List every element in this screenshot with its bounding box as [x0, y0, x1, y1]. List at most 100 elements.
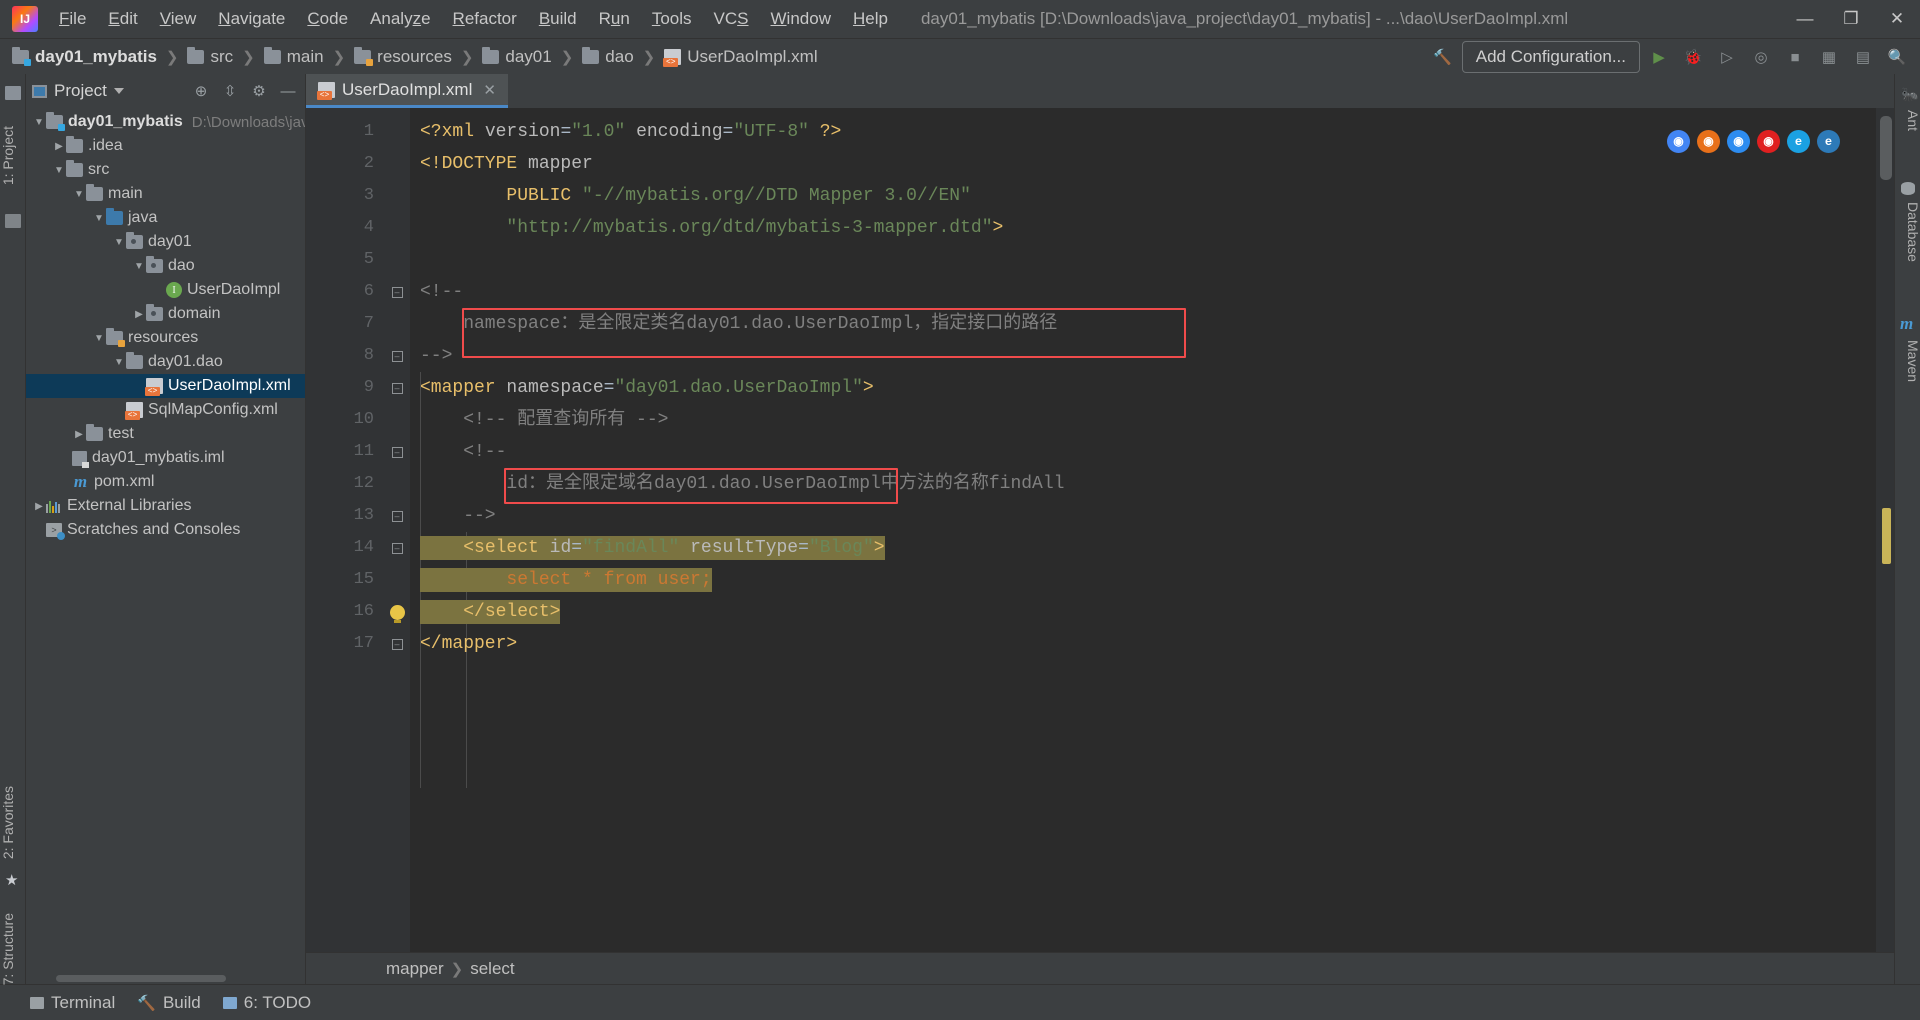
- close-icon[interactable]: ✕: [483, 81, 496, 99]
- fold-marker-mapper[interactable]: –: [384, 372, 410, 404]
- code-text[interactable]: <?xml version="1.0" encoding="UTF-8" ?> …: [410, 108, 1876, 952]
- fold-marker-comment2[interactable]: –: [384, 436, 410, 468]
- code-line-4[interactable]: "http://mybatis.org/dtd/mybatis-3-mapper…: [410, 212, 1876, 244]
- tree-item-main[interactable]: ▼ main: [26, 182, 305, 206]
- breadcrumb-item-main[interactable]: main: [260, 45, 328, 69]
- tree-item-java[interactable]: ▼ java: [26, 206, 305, 230]
- tree-item-test[interactable]: ▶ test: [26, 422, 305, 446]
- menu-run[interactable]: Run: [588, 3, 641, 35]
- menu-file[interactable]: File: [48, 3, 97, 35]
- tool-window-maven[interactable]: Maven: [1895, 340, 1920, 382]
- breadcrumb-item-file[interactable]: UserDaoImpl.xml: [660, 45, 821, 69]
- menu-navigate[interactable]: Navigate: [207, 3, 296, 35]
- chrome-icon[interactable]: ◉: [1667, 130, 1690, 153]
- chevron-down-icon[interactable]: ▼: [112, 357, 126, 368]
- editor-breadcrumb-mapper[interactable]: mapper: [386, 959, 444, 979]
- safari-icon[interactable]: ◉: [1727, 130, 1750, 153]
- code-line-10[interactable]: <!-- 配置查询所有 -->: [410, 404, 1876, 436]
- code-line-9[interactable]: <mapper namespace="day01.dao.UserDaoImpl…: [410, 372, 1876, 404]
- chevron-down-icon[interactable]: ▼: [92, 333, 106, 344]
- tab-UserDaoImpl.xml[interactable]: UserDaoImpl.xml ✕: [306, 74, 508, 108]
- debug-button[interactable]: 🐞: [1678, 43, 1708, 71]
- breadcrumb[interactable]: day01_mybatis ❯ src ❯ main ❯ resources ❯…: [0, 45, 822, 69]
- chevron-down-icon[interactable]: ▼: [32, 117, 46, 128]
- sidebar-item-favorites-tab[interactable]: 2: Favorites: [0, 786, 26, 859]
- ie-icon[interactable]: e: [1787, 130, 1810, 153]
- search-icon[interactable]: 🔍: [1882, 43, 1912, 71]
- code-line-11[interactable]: <!--: [410, 436, 1876, 468]
- code-line-3[interactable]: PUBLIC "-//mybatis.org//DTD Mapper 3.0//…: [410, 180, 1876, 212]
- fold-gutter[interactable]: – – – – – – –: [384, 108, 410, 952]
- menu-window[interactable]: Window: [760, 3, 842, 35]
- menu-build[interactable]: Build: [528, 3, 588, 35]
- menu-tools[interactable]: Tools: [641, 3, 703, 35]
- tree-item-dao[interactable]: ▼ dao: [26, 254, 305, 278]
- code-line-5[interactable]: [410, 244, 1876, 276]
- tree-item-SqlMapConfig.xml[interactable]: SqlMapConfig.xml: [26, 398, 305, 422]
- tree-item-UserDaoImpl.xml[interactable]: UserDaoImpl.xml: [26, 374, 305, 398]
- tool-window-terminal[interactable]: Terminal: [30, 993, 115, 1013]
- tool-window-database[interactable]: Database: [1895, 202, 1920, 262]
- tree-item-iml[interactable]: day01_mybatis.iml: [26, 446, 305, 470]
- tree-item-day01[interactable]: ▼ day01: [26, 230, 305, 254]
- tree-item-day01.dao[interactable]: ▼ day01.dao: [26, 350, 305, 374]
- code-line-1[interactable]: <?xml version="1.0" encoding="UTF-8" ?>: [410, 116, 1876, 148]
- menu-edit[interactable]: Edit: [97, 3, 148, 35]
- chevron-down-icon[interactable]: ▼: [92, 213, 106, 224]
- tree-item-day01_mybatis[interactable]: ▼ day01_mybatis D:\Downloads\jav: [26, 110, 305, 134]
- chevron-down-icon[interactable]: ▼: [132, 261, 146, 272]
- profile-button[interactable]: ◎: [1746, 43, 1776, 71]
- settings-icon[interactable]: ▤: [1848, 43, 1878, 71]
- code-line-8[interactable]: -->: [410, 340, 1876, 372]
- edge-icon[interactable]: e: [1817, 130, 1840, 153]
- main-menu-bar[interactable]: File Edit View Navigate Code Analyze Ref…: [48, 3, 899, 35]
- window-controls[interactable]: — ❐ ✕: [1782, 0, 1920, 38]
- tree-item-UserDaoImpl[interactable]: I UserDaoImpl: [26, 278, 305, 302]
- tool-window-ant[interactable]: Ant: [1895, 110, 1920, 131]
- fold-marker-select[interactable]: –: [384, 532, 410, 564]
- breadcrumb-item-src[interactable]: src: [183, 45, 237, 69]
- locate-icon[interactable]: ⊕: [190, 80, 212, 102]
- tree-item-pom.xml[interactable]: m pom.xml: [26, 470, 305, 494]
- code-line-15[interactable]: select * from user;: [410, 564, 1876, 596]
- menu-view[interactable]: View: [149, 3, 208, 35]
- breadcrumb-item-day01[interactable]: day01: [478, 45, 555, 69]
- build-hammer-icon[interactable]: 🔨: [1428, 43, 1458, 71]
- code-line-2[interactable]: <!DOCTYPE mapper: [410, 148, 1876, 180]
- fold-marker-comment[interactable]: –: [384, 276, 410, 308]
- intention-bulb-icon[interactable]: [384, 596, 410, 628]
- menu-vcs[interactable]: VCS: [703, 3, 760, 35]
- minimize-button[interactable]: —: [1782, 0, 1828, 38]
- hide-icon[interactable]: —: [277, 80, 299, 102]
- editor-vertical-scrollbar[interactable]: [1880, 116, 1892, 180]
- editor-right-gutter[interactable]: [1876, 108, 1894, 952]
- breadcrumb-item-dao[interactable]: dao: [578, 45, 637, 69]
- opera-icon[interactable]: ◉: [1757, 130, 1780, 153]
- close-button[interactable]: ✕: [1874, 0, 1920, 38]
- code-line-12[interactable]: id：是全限定域名day01.dao.UserDaoImpl中方法的名称find…: [410, 468, 1876, 500]
- add-configuration-button[interactable]: Add Configuration...: [1461, 41, 1640, 73]
- menu-refactor[interactable]: Refactor: [442, 3, 528, 35]
- menu-analyze[interactable]: Analyze: [359, 3, 442, 35]
- fold-marker-comment2-end[interactable]: –: [384, 500, 410, 532]
- tool-window-todo[interactable]: 6: TODO: [222, 993, 311, 1013]
- chevron-right-icon[interactable]: ▶: [132, 309, 146, 320]
- chevron-down-icon[interactable]: [113, 88, 124, 94]
- tree-item-domain[interactable]: ▶ domain: [26, 302, 305, 326]
- chevron-right-icon[interactable]: ▶: [32, 501, 46, 512]
- code-line-13[interactable]: -->: [410, 500, 1876, 532]
- code-line-14[interactable]: <select id="findAll" resultType="Blog">: [410, 532, 1876, 564]
- tree-item-external-libraries[interactable]: ▶ External Libraries: [26, 494, 305, 518]
- editor-breadcrumb-select[interactable]: select: [470, 959, 514, 979]
- chevron-down-icon[interactable]: ▼: [52, 165, 66, 176]
- stop-button[interactable]: ■: [1780, 43, 1810, 71]
- fold-marker-comment-end[interactable]: –: [384, 340, 410, 372]
- gear-icon[interactable]: ⚙: [248, 80, 270, 102]
- run-coverage-button[interactable]: ▷: [1712, 43, 1742, 71]
- tree-item-scratches[interactable]: > Scratches and Consoles: [26, 518, 305, 542]
- code-line-17[interactable]: </mapper>: [410, 628, 1876, 660]
- chevron-down-icon[interactable]: ▼: [112, 237, 126, 248]
- tree-item-resources[interactable]: ▼ resources: [26, 326, 305, 350]
- code-editor[interactable]: 1 2 3 4 5 6 7 8 9 10 11 12 13 14 15 16 1…: [306, 108, 1894, 952]
- code-line-6[interactable]: <!--: [410, 276, 1876, 308]
